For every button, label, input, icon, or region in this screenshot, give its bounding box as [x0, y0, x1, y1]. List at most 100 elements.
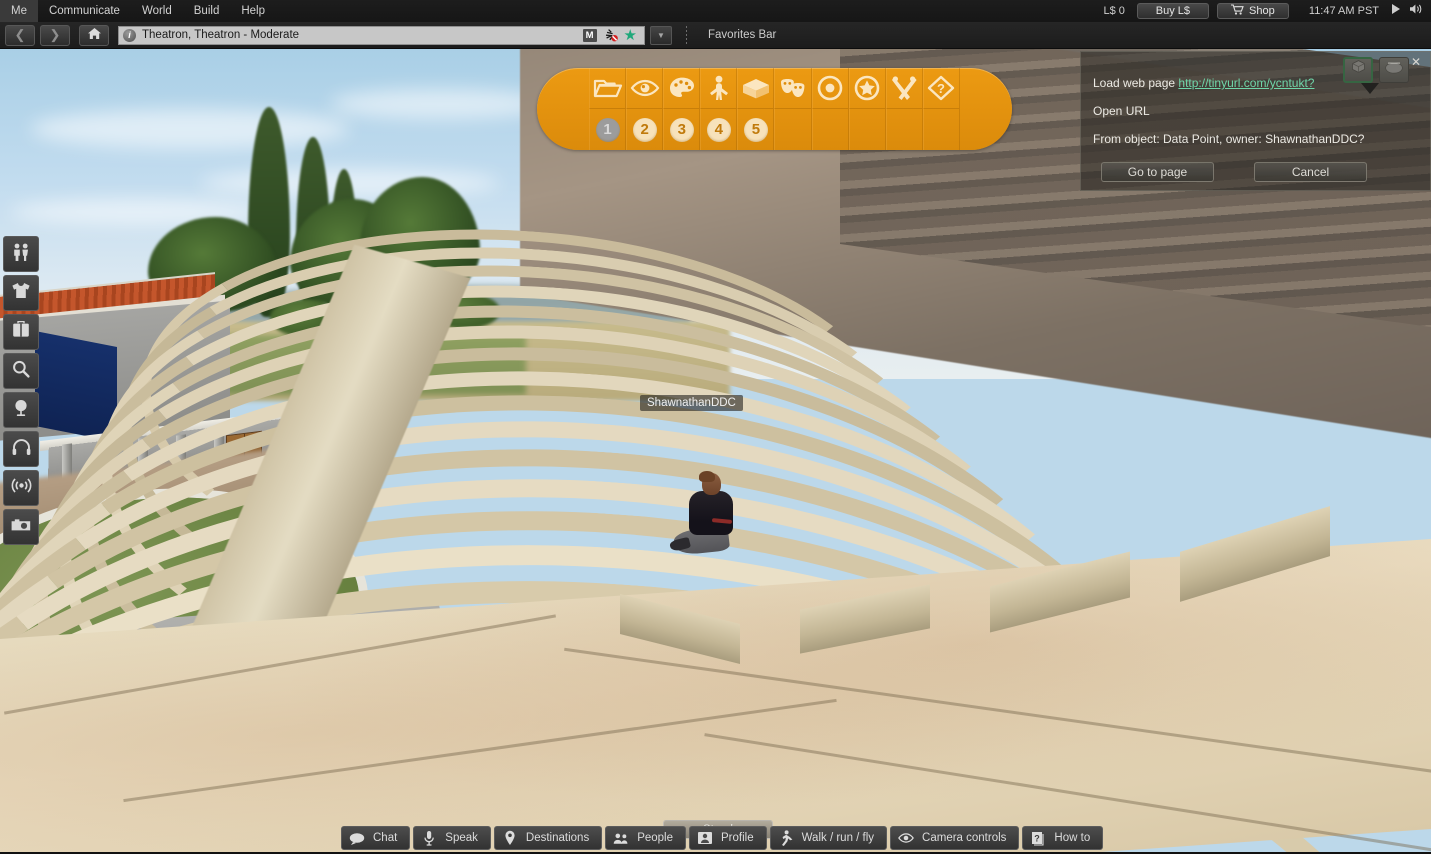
svg-text:?: ? — [1034, 833, 1040, 843]
target-icon — [817, 75, 843, 101]
chevron-right-icon: ❯ — [49, 27, 61, 42]
favorites-divider — [686, 26, 687, 44]
bottom-toolbar: Chat Speak Destinations People Profile W… — [341, 824, 1104, 852]
menu-item-world[interactable]: World — [131, 0, 183, 22]
toolbar-record-button[interactable] — [811, 68, 849, 109]
speak-label: Speak — [445, 832, 478, 844]
dialog-url-link[interactable]: http://tinyurl.com/ycntukt? — [1178, 76, 1314, 90]
minimize-icon[interactable]: — — [1388, 56, 1400, 68]
sidebar-item-snapshot[interactable] — [3, 509, 39, 545]
buy-linden-label: Buy L$ — [1155, 5, 1191, 17]
toolbar-inventory-box-button[interactable] — [737, 68, 775, 109]
sidebar-item-audio[interactable] — [3, 431, 39, 467]
avatar[interactable] — [668, 471, 734, 558]
speech-bubble-icon — [349, 832, 365, 845]
profile-button[interactable]: Profile — [689, 826, 767, 850]
help-diamond-icon: ? — [927, 75, 955, 101]
left-sidebar — [3, 236, 39, 545]
sidebar-item-search[interactable] — [3, 353, 39, 389]
toolbar-slot-6[interactable] — [774, 109, 812, 150]
location-dropdown-button[interactable]: ▼ — [650, 25, 672, 45]
avatar-icon — [707, 75, 731, 101]
sidebar-item-world-map[interactable] — [3, 392, 39, 428]
map-pin-icon — [502, 830, 518, 846]
suitcase-icon — [11, 320, 31, 344]
maturity-badge: M — [582, 28, 597, 42]
chevron-left-icon: ❮ — [14, 27, 26, 42]
radar-icon — [11, 475, 32, 501]
toolbar-slot-3-label: 3 — [669, 117, 694, 142]
toolbar-slot-10[interactable] — [922, 109, 960, 150]
sidebar-item-inventory[interactable] — [3, 314, 39, 350]
shop-button[interactable]: Shop — [1216, 3, 1289, 19]
eye-icon — [630, 77, 660, 99]
home-button[interactable] — [79, 24, 109, 46]
speaker-icon[interactable] — [1409, 2, 1424, 20]
toolbar-help-button[interactable]: ? — [922, 68, 960, 109]
walking-icon — [778, 830, 794, 846]
toolbar-slot-8[interactable] — [848, 109, 886, 150]
favorites-bar-label: Favorites Bar — [708, 29, 777, 41]
globe-icon — [11, 398, 31, 423]
location-bar[interactable]: i Theatron, Theatron - Moderate M ★ — [118, 25, 645, 45]
toolbar-favorite-button[interactable] — [848, 68, 886, 109]
toolbar-slot-2[interactable]: 2 — [626, 109, 664, 150]
go-to-page-button[interactable]: Go to page — [1101, 162, 1214, 182]
destinations-label: Destinations — [525, 832, 590, 844]
buy-linden-button[interactable]: Buy L$ — [1136, 3, 1209, 19]
toolbar-bottom-row: 1 2 3 4 5 — [589, 109, 960, 150]
people-label: People — [637, 832, 674, 844]
navigation-bar: ❮ ❯ i Theatron, Theatron - Moderate M ★ … — [0, 22, 1431, 49]
masks-icon — [778, 77, 808, 99]
menu-item-me[interactable]: Me — [0, 0, 38, 22]
play-icon[interactable] — [1391, 2, 1401, 20]
menu-item-build[interactable]: Build — [183, 0, 231, 22]
second-life-viewer: Me Communicate World Build Help L$ 0 Buy… — [0, 0, 1431, 854]
walk-run-fly-button[interactable]: Walk / run / fly — [769, 826, 888, 850]
book-question-icon: ? — [1030, 831, 1046, 846]
clock-label: 11:47 AM PST — [1308, 5, 1379, 17]
chat-button[interactable]: Chat — [341, 826, 411, 850]
sidebar-item-people[interactable] — [3, 236, 39, 272]
no-fly-icon — [603, 28, 619, 42]
toolbar-slot-5[interactable]: 5 — [737, 109, 775, 150]
toolbar-masks-button[interactable] — [774, 68, 812, 109]
toolbar-slot-9[interactable] — [885, 109, 923, 150]
toolbar-appearance-button[interactable] — [663, 68, 701, 109]
people-icon — [10, 242, 32, 267]
avatar-torso — [689, 491, 733, 535]
close-icon[interactable]: ✕ — [1411, 56, 1421, 68]
location-icons: ★ — [603, 28, 640, 43]
palette-icon — [668, 76, 696, 100]
toolbar-slot-7[interactable] — [811, 109, 849, 150]
menu-item-communicate[interactable]: Communicate — [38, 0, 131, 22]
forward-button[interactable]: ❯ — [40, 24, 70, 46]
avatar-nametag: ShawnathanDDC — [640, 395, 743, 411]
shop-label: Shop — [1249, 5, 1275, 17]
sidebar-item-sound-radar[interactable] — [3, 470, 39, 506]
people-button[interactable]: People — [605, 826, 687, 850]
folder-icon — [593, 76, 623, 100]
toolbar-slot-1[interactable]: 1 — [589, 109, 627, 150]
toolbar-slot-3[interactable]: 3 — [663, 109, 701, 150]
dialog-line-load-web-page: Load web page http://tinyurl.com/ycntukt… — [1093, 76, 1418, 90]
toolbar-open-folder-button[interactable] — [589, 68, 627, 109]
toolbar-view-button[interactable] — [626, 68, 664, 109]
microphone-icon — [421, 830, 437, 846]
tools-icon — [890, 75, 918, 101]
info-icon: i — [123, 28, 136, 42]
speak-button[interactable]: Speak — [413, 826, 491, 850]
cancel-button[interactable]: Cancel — [1254, 162, 1367, 182]
back-button[interactable]: ❮ — [5, 24, 35, 46]
destinations-button[interactable]: Destinations — [493, 826, 603, 850]
toolbar-build-tools-button[interactable] — [885, 68, 923, 109]
toolbar-avatar-button[interactable] — [700, 68, 738, 109]
sidebar-item-appearance[interactable] — [3, 275, 39, 311]
camera-controls-button[interactable]: Camera controls — [890, 826, 1020, 850]
star-icon[interactable]: ★ — [624, 28, 637, 43]
toolbar-slot-4[interactable]: 4 — [700, 109, 738, 150]
menu-item-help[interactable]: Help — [230, 0, 276, 22]
toolbar-top-row: ? — [589, 68, 960, 109]
how-to-button[interactable]: ? How to — [1022, 826, 1104, 850]
eye-icon — [898, 832, 914, 844]
